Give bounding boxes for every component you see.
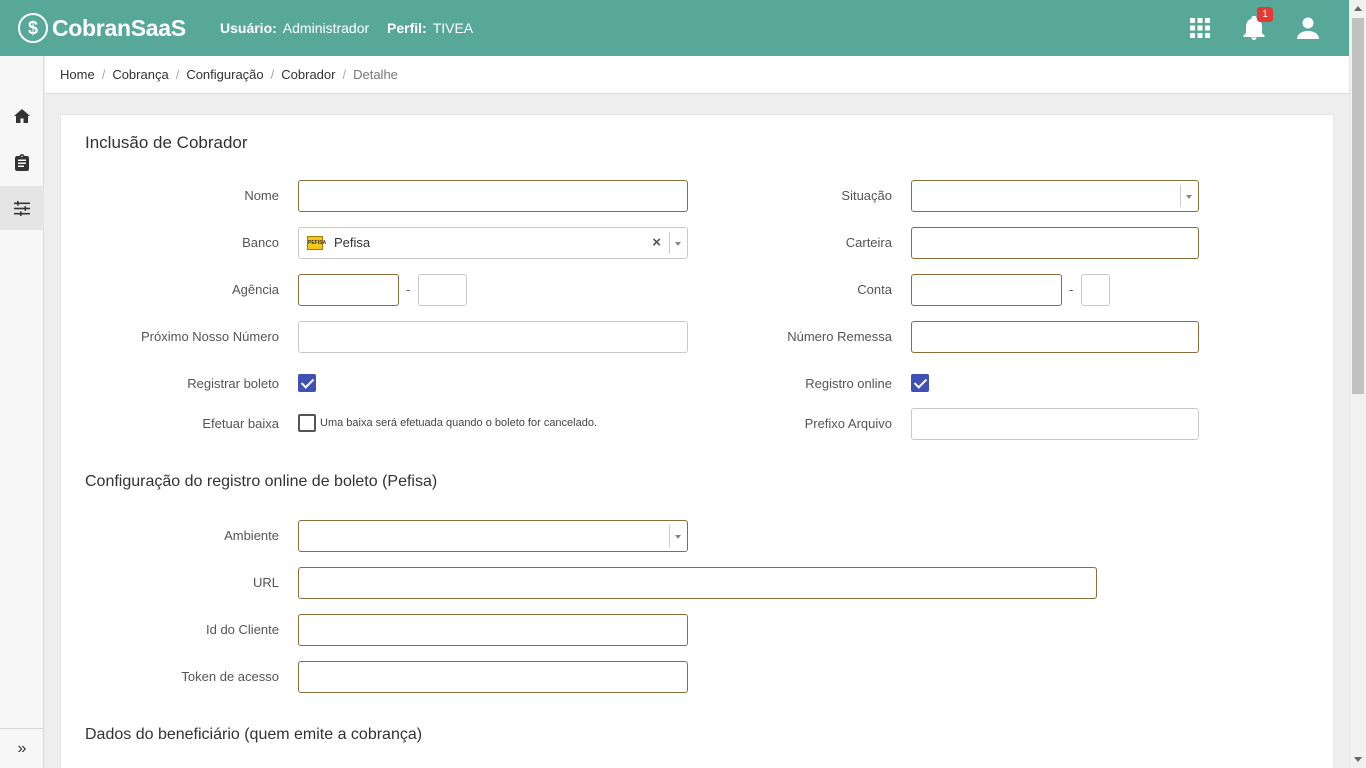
home-icon [14,109,30,123]
agencia-digito-input[interactable] [418,274,467,306]
situacao-label: Situação [841,188,892,203]
conta-dash: - [1069,282,1074,297]
sidebar-item-cobranca[interactable] [0,140,44,184]
form-panel: Inclusão de Cobrador Nome Situação Banco… [60,114,1334,768]
profile-label: Perfil: [387,20,427,36]
breadcrumb-cobranca[interactable]: Cobrança [112,67,168,82]
carteira-label: Carteira [845,235,892,250]
scroll-up-arrow-icon[interactable] [1354,6,1362,11]
breadcrumb-detalhe: Detalhe [353,67,398,82]
clear-icon[interactable]: × [652,234,661,251]
ambiente-label: Ambiente [224,528,279,543]
efetuar-baixa-label: Efetuar baixa [202,416,279,431]
url-input[interactable] [298,567,1097,599]
efetuar-baixa-hint: Uma baixa será efetuada quando o boleto … [320,417,598,429]
banco-value: Pefisa [334,235,371,250]
dollar-coin-icon: $ [18,13,48,43]
url-label: URL [252,575,279,590]
breadcrumb-cobrador[interactable]: Cobrador [281,67,335,82]
profile-info: Perfil: TIVEA [387,20,473,36]
situacao-select[interactable] [911,180,1199,212]
user-info: Usuário: Administrador [220,20,369,36]
ambiente-select[interactable] [298,520,688,552]
prefixo-arquivo-label: Prefixo Arquivo [804,416,892,431]
chevron-down-icon [669,525,687,547]
numero-remessa-input[interactable] [911,321,1199,353]
online-section-title: Configuração do registro online de bolet… [85,473,438,490]
apps-grid-icon[interactable] [1188,16,1212,40]
breadcrumb-configuracao[interactable]: Configuração [186,67,263,82]
beneficiario-section-title: Dados do beneficiário (quem emite a cobr… [85,726,423,743]
banco-select[interactable]: PEFISA Pefisa × [298,227,688,259]
profile-value: TIVEA [432,20,474,36]
user-label: Usuário: [220,20,277,36]
agencia-dash: - [406,282,411,297]
nome-input[interactable] [298,180,688,212]
conta-label: Conta [857,282,892,297]
chevron-down-icon [669,232,687,254]
registro-online-label: Registro online [805,376,892,391]
clipboard-icon [15,153,29,171]
breadcrumb-bar: Home / Cobrança / Configuração / Cobrado… [45,56,1349,94]
brand-logo[interactable]: $ CobranSaaS [18,10,186,46]
brand-name: CobranSaaS [52,14,186,41]
registrar-boleto-checkbox[interactable] [298,374,316,392]
sidebar-item-home[interactable] [0,94,44,138]
conta-input[interactable] [911,274,1062,306]
sidebar-item-configuracao[interactable] [0,186,44,230]
token-acesso-input[interactable] [298,661,688,693]
registro-online-checkbox[interactable] [911,374,929,392]
top-bar: $ CobranSaaS Usuário: Administrador Perfi… [0,0,1349,56]
efetuar-baixa-checkbox[interactable] [298,414,316,432]
double-chevron-right-icon: » [17,739,27,757]
user-value: Administrador [282,20,370,36]
agencia-label: Agência [232,282,279,297]
banco-label: Banco [242,235,279,250]
breadcrumb-home[interactable]: Home [60,67,95,82]
chevron-down-icon [1180,185,1198,207]
conta-digito-input[interactable] [1081,274,1110,306]
page-scrollbar[interactable] [1349,0,1366,768]
carteira-input[interactable] [911,227,1199,259]
nome-label: Nome [244,188,279,203]
scrollbar-thumb[interactable] [1352,18,1364,394]
agencia-input[interactable] [298,274,399,306]
registrar-boleto-label: Registrar boleto [187,376,279,391]
id-cliente-label: Id do Cliente [206,622,279,637]
id-cliente-input[interactable] [298,614,688,646]
scroll-down-arrow-icon[interactable] [1354,757,1362,762]
notifications-badge: 1 [1257,7,1273,22]
prefixo-arquivo-input[interactable] [911,408,1199,440]
pefisa-logo-icon: PEFISA [307,236,326,250]
token-acesso-label: Token de acesso [181,669,279,684]
breadcrumb: Home / Cobrança / Configuração / Cobrado… [60,67,398,82]
proximo-nosso-numero-label: Próximo Nosso Número [141,329,279,344]
form-title: Inclusão de Cobrador [85,133,248,152]
sidebar-expand-button[interactable]: » [0,728,44,768]
proximo-nosso-numero-input[interactable] [298,321,688,353]
sidebar: » [0,56,44,768]
numero-remessa-label: Número Remessa [787,329,892,344]
user-account-icon[interactable] [1296,16,1320,40]
sliders-icon [14,200,30,216]
